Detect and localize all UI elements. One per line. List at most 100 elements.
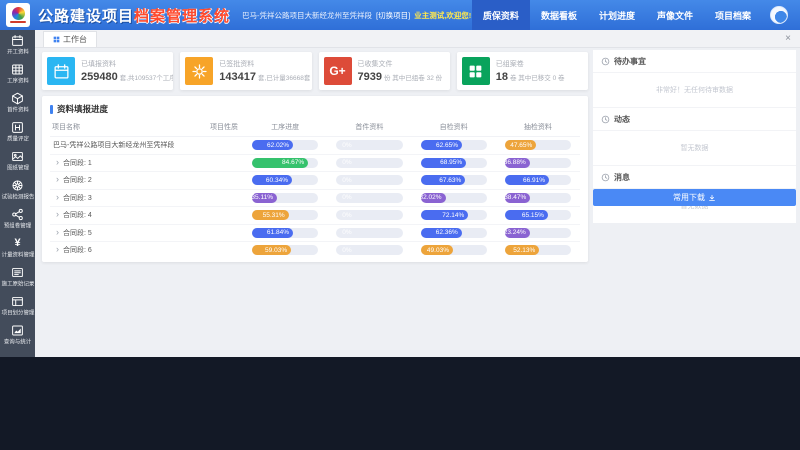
topnav-item-4[interactable]: 项目档案 [704,0,762,30]
sidebar-item-label: 工序资料 [7,77,29,85]
image-icon [11,150,24,163]
progress-bar-cell: 23.24% [496,228,580,238]
progress-bar-cell: 55.31% [243,210,327,220]
table-row-6[interactable]: ›合同段: 659.03%0%49.03%52.13% [50,242,580,259]
progress-bar-track: 38.47% [505,193,571,203]
progress-bar-cell: 35.11% [243,193,327,203]
tab-workbench-label: 工作台 [63,34,87,45]
right-section-empty-text: 非常好！无任何待审数据 [593,73,796,108]
progress-bar-cell: 67.63% [412,175,496,185]
common-download-button[interactable]: 常用下载 [593,189,796,206]
table-row-4[interactable]: ›合同段: 455.31%0%72.14%65.15% [50,207,580,225]
progress-bar-cell: 62.36% [412,228,496,238]
progress-bar-cell: 62.02% [243,140,327,150]
stat-card-2: G+已收集文件7939份 其中已组卷 32 份 [319,52,450,90]
sidebar-item-1[interactable]: 工序资料 [0,60,35,89]
sidebar-item-2[interactable]: 首件资料 [0,89,35,118]
chevron-right-icon[interactable]: › [56,245,59,254]
clock-icon [601,173,610,182]
clock-icon [601,115,610,124]
progress-bar-fill: 47.65% [505,140,537,150]
stat-card-1: 已签批资料143417套,已计量36668套 [180,52,311,90]
sidebar-item-9[interactable]: 项目划分管理 [0,292,35,321]
gear-icon [185,57,213,85]
table-row-2[interactable]: ›合同段: 260.34%0%67.63%66.91% [50,172,580,190]
user-avatar[interactable] [770,6,788,24]
progress-bar-cell: 0% [327,210,411,220]
topnav-item-1[interactable]: 数据看板 [530,0,588,30]
table-row-5[interactable]: ›合同段: 561.84%0%62.36%23.24% [50,225,580,243]
progress-bar-fill: 0% [336,210,402,220]
stat-card-value: 18 [496,71,508,83]
chevron-right-icon[interactable]: › [56,210,59,219]
chevron-right-icon[interactable]: › [56,158,59,167]
tab-workbench[interactable]: 工作台 [43,31,97,47]
sidebar-item-label: 开工资料 [7,48,29,56]
top-header-bar: 公路建设项目档案管理系统 巴马-凭祥公路项目大新经龙州至凭祥段 [切换项目] 业… [0,0,800,30]
progress-bar-fill: 67.63% [421,175,466,185]
row-project-name: ›合同段: 4 [50,210,205,220]
sidebar-item-10[interactable]: 查询与统计 [0,321,35,350]
current-project-name: 巴马-凭祥公路项目大新经龙州至凭祥段 [242,10,372,21]
progress-bar-fill: 36.88% [505,158,530,168]
progress-bar-fill: 38.47% [505,193,530,203]
progress-bar-fill: 0% [336,175,402,185]
progress-bar-cell: 65.15% [496,210,580,220]
sidebar-item-label: 首件资料 [7,106,29,114]
project-info: 巴马-凭祥公路项目大新经龙州至凭祥段 [切换项目] 业主测试,欢迎您! [242,10,471,21]
progress-bar-track: 36.88% [505,158,571,168]
progress-bar-track: 52.13% [505,245,571,255]
progress-bar-fill: 68.95% [421,158,467,168]
progress-bar-track: 62.65% [421,140,487,150]
sidebar-item-3[interactable]: 质量评定 [0,118,35,147]
yen-icon: ¥ [11,237,24,250]
header-menu: 质保资料数据看板计划进度声像文件项目档案 [472,0,762,30]
progress-bar-fill: 65.15% [505,210,548,220]
download-icon [708,194,716,202]
stat-card-value: 143417 [219,71,256,83]
sidebar-item-label: 预组卷管理 [4,222,31,230]
sidebar-item-8[interactable]: 施工原始记录 [0,263,35,292]
progress-bar-fill: 52.13% [505,245,540,255]
progress-bar-track: 65.15% [505,210,571,220]
chevron-right-icon[interactable]: › [56,228,59,237]
wheel-icon [11,179,24,192]
topnav-item-0[interactable]: 质保资料 [472,0,530,30]
sidebar-item-7[interactable]: ¥计量资料管理 [0,234,35,263]
stat-card-label: 已组案卷 [496,59,565,69]
progress-bar-track: 62.02% [252,140,318,150]
topnav-item-2[interactable]: 计划进度 [588,0,646,30]
topnav-item-3[interactable]: 声像文件 [646,0,704,30]
right-section-title: 消息 [593,166,796,189]
sidebar-item-0[interactable]: 开工资料 [0,31,35,60]
close-icon[interactable]: × [785,34,791,44]
tab-bar: 工作台 × [35,30,800,48]
sidebar-item-4[interactable]: 图纸管理 [0,147,35,176]
sidebar-item-5[interactable]: 试验检测报告 [0,176,35,205]
section-title: 资料填报进度 [57,103,108,115]
chevron-right-icon[interactable]: › [56,193,59,202]
stat-card-unit: 套,共109537个工序 [120,72,174,82]
gplus-icon: G+ [324,57,352,85]
progress-bar-track: 32.02% [421,193,487,203]
switch-project-link[interactable]: [切换项目] [376,10,410,21]
table-header-row: 项目名称 项目性质 工序进度 首件资料 自检资料 抽检资料 [50,118,580,137]
progress-bar-fill: 49.03% [421,245,453,255]
progress-bar-fill: 60.34% [252,175,292,185]
progress-bar-cell: 36.88% [496,158,580,168]
right-panel-section-0: 待办事宜非常好！无任何待审数据 [593,50,796,108]
progress-bar-track: 84.67% [252,158,318,168]
sidebar-nav: 开工资料工序资料首件资料质量评定图纸管理试验检测报告预组卷管理 ¥计量资料管理施工… [0,30,35,359]
progress-bar-track: 66.91% [505,175,571,185]
progress-bar-cell: 47.65% [496,140,580,150]
stat-card-unit: 份 其中已组卷 32 份 [384,72,442,82]
progress-bar-track: 67.63% [421,175,487,185]
page-bottom-area [0,357,800,450]
table-row-1[interactable]: ›合同段: 184.67%0%68.95%36.88% [50,155,580,173]
col-header-process-progress: 工序进度 [243,122,327,132]
row-project-name: 巴马-凭祥公路项目大新经龙州至凭祥段 [50,140,205,150]
chevron-right-icon[interactable]: › [56,175,59,184]
clock-icon [601,57,610,66]
table-row-3[interactable]: ›合同段: 335.11%0%32.02%38.47% [50,190,580,208]
sidebar-item-6[interactable]: 预组卷管理 [0,205,35,234]
